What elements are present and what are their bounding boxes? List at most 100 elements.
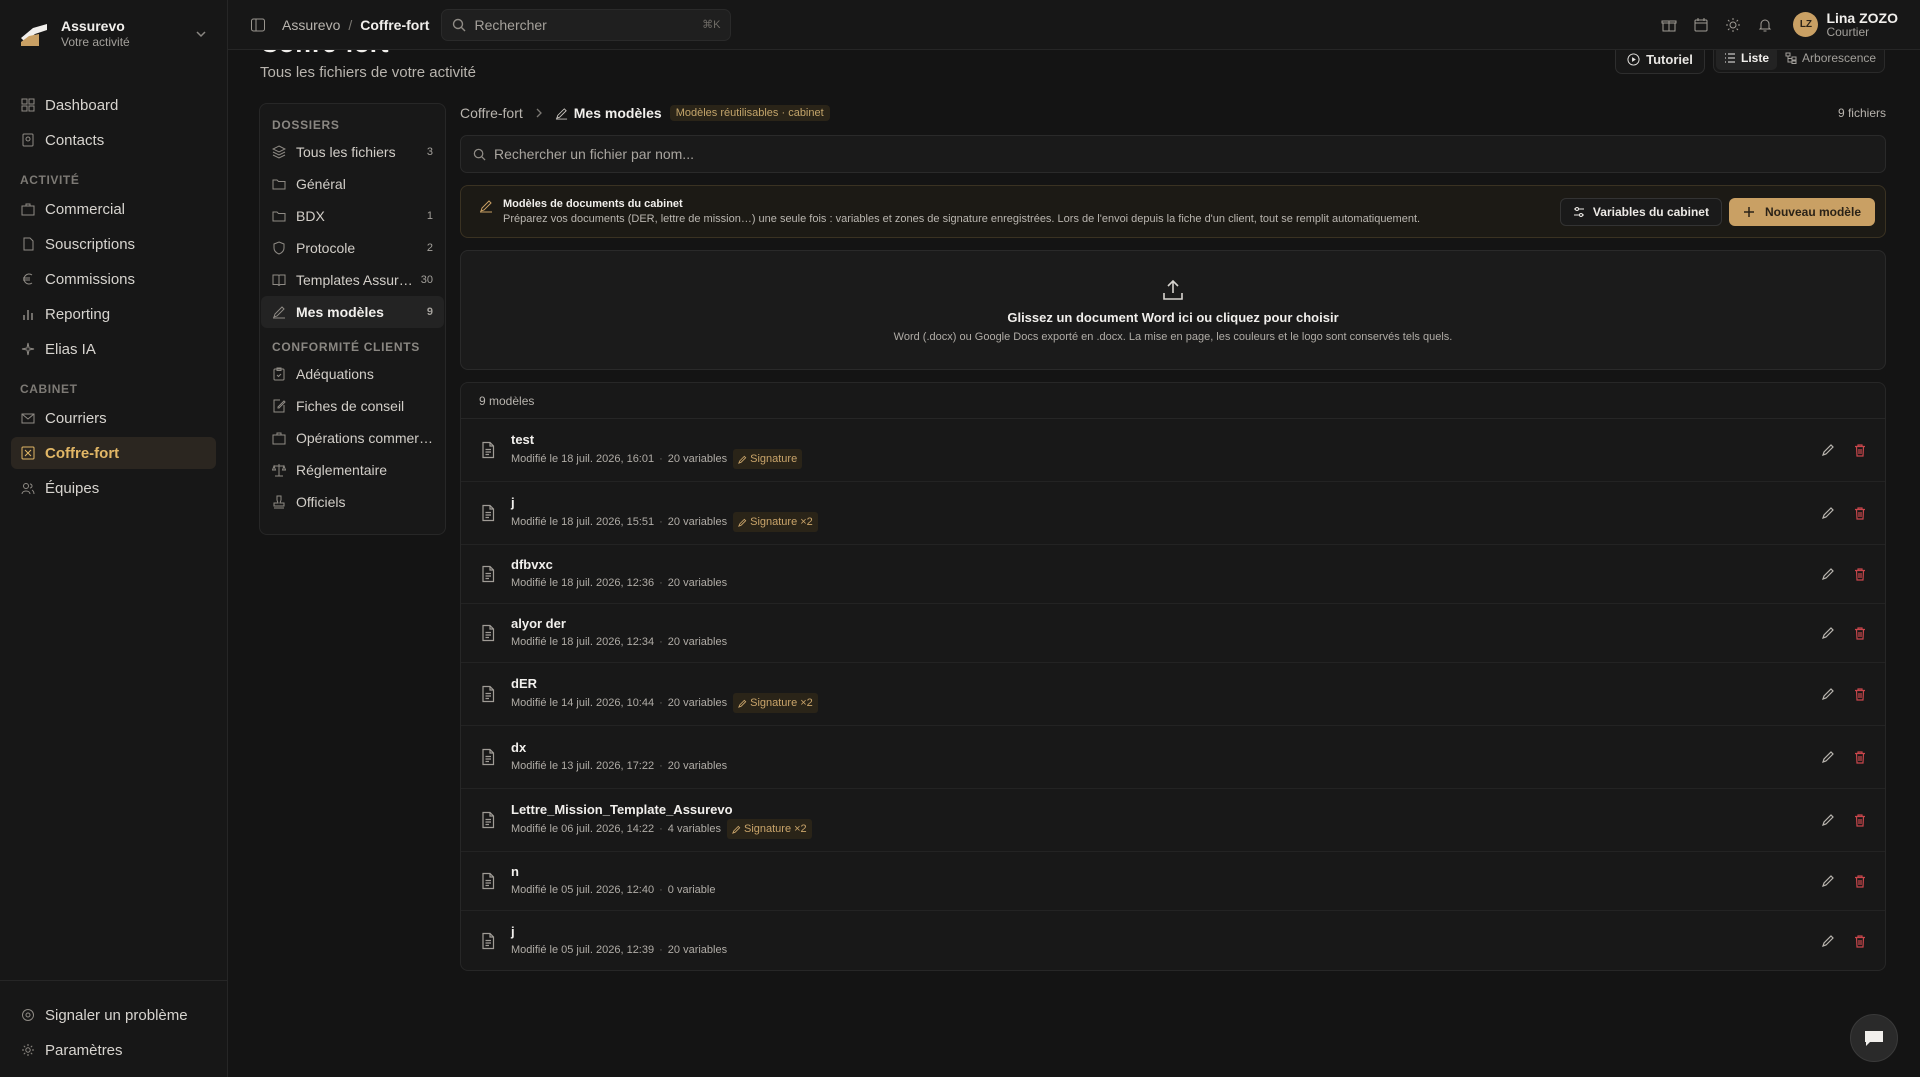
separator-dot: ·	[659, 823, 663, 835]
nav-item-elias-ia[interactable]: Elias IA	[11, 333, 216, 365]
file-search-input[interactable]: Rechercher un fichier par nom...	[460, 135, 1886, 173]
trash-icon[interactable]	[1853, 626, 1867, 640]
settings-link[interactable]: Paramètres	[11, 1034, 216, 1066]
template-name[interactable]: Lettre_Mission_Template_Assurevo	[511, 801, 1803, 819]
template-modified: Modifié le 18 juil. 2026, 12:34	[511, 636, 655, 648]
nav-item-coffre-fort[interactable]: Coffre-fort	[11, 437, 216, 469]
upload-dropzone[interactable]: Glissez un document Word ici ou cliquez …	[460, 250, 1886, 370]
template-name[interactable]: dER	[511, 675, 1803, 693]
trash-icon[interactable]	[1853, 813, 1867, 827]
table-row[interactable]: n Modifié le 05 juil. 2026, 12:40 · 0 varia…	[461, 852, 1885, 911]
edit-icon[interactable]	[1821, 813, 1835, 827]
folder-item-officiels[interactable]: Officiels	[261, 486, 444, 518]
edit-icon[interactable]	[1821, 506, 1835, 520]
table-row[interactable]: alyor der Modifié le 18 juil. 2026, 12:34…	[461, 604, 1885, 663]
nav-item-souscriptions[interactable]: Souscriptions	[11, 228, 216, 260]
trash-icon[interactable]	[1853, 567, 1867, 581]
template-name[interactable]: alyor der	[511, 615, 1803, 633]
template-name[interactable]: test	[511, 431, 1803, 449]
bar-chart-icon	[23, 310, 33, 320]
folder-item-adequations[interactable]: Adéquations	[261, 358, 444, 390]
folder-label: Général	[296, 176, 346, 192]
table-row[interactable]: dfbvxc Modifié le 18 juil. 2026, 12:36 · 20…	[461, 545, 1885, 604]
edit-icon[interactable]	[1821, 567, 1835, 581]
new-template-button[interactable]: Nouveau modèle	[1728, 197, 1875, 226]
document-icon	[482, 504, 495, 522]
scale-icon	[272, 464, 286, 477]
nav-item-dashboard[interactable]: Dashboard	[11, 89, 216, 121]
folder-item-all[interactable]: Tous les fichiers 3	[261, 136, 444, 168]
folder-item-reglementaire[interactable]: Réglementaire	[261, 454, 444, 486]
template-name[interactable]: j	[511, 494, 1803, 512]
edit-icon[interactable]	[1821, 443, 1835, 457]
user-menu[interactable]: LZ Lina ZOZO Courtier	[1793, 10, 1898, 39]
edit-icon[interactable]	[1821, 874, 1835, 888]
bug-icon	[22, 1009, 34, 1021]
edit-icon[interactable]	[1821, 750, 1835, 764]
nav-item-commercial[interactable]: Commercial	[11, 193, 216, 225]
trash-icon[interactable]	[1853, 934, 1867, 948]
folder-item-protocole[interactable]: Protocole 2	[261, 232, 444, 264]
nav-item-commissions[interactable]: Commissions	[11, 263, 216, 295]
bell-icon[interactable]	[1757, 17, 1773, 33]
tutorial-button[interactable]: Tutoriel	[1615, 50, 1705, 74]
search-placeholder: Rechercher	[474, 16, 547, 33]
chat-button[interactable]	[1850, 1014, 1898, 1062]
cabinet-variables-button[interactable]: Variables du cabinet	[1559, 197, 1722, 226]
edit-icon[interactable]	[1821, 687, 1835, 701]
table-row[interactable]: j Modifié le 18 juil. 2026, 15:51 · 20 vari…	[461, 482, 1885, 545]
signature-badge: Signature ×2	[726, 819, 812, 839]
template-name[interactable]: n	[511, 863, 1803, 881]
report-problem-link[interactable]: Signaler un problème	[11, 999, 216, 1031]
view-tree-button[interactable]: Arborescence	[1777, 50, 1884, 70]
template-info: dER Modifié le 14 juil. 2026, 10:44 · 20 va…	[511, 675, 1803, 713]
gift-icon[interactable]	[1661, 17, 1677, 33]
theme-toggle-icon[interactable]	[1725, 17, 1741, 33]
folder-item-templates-assureurs[interactable]: Templates Assureurs 30	[261, 264, 444, 296]
nav-item-courriers[interactable]: Courriers	[11, 402, 216, 434]
breadcrumb: Assurevo / Coffre-fort	[282, 17, 429, 33]
folder-item-operations-commerciales[interactable]: Opérations commerciales	[261, 422, 444, 454]
calendar-icon[interactable]	[1693, 17, 1709, 33]
trash-icon[interactable]	[1853, 506, 1867, 520]
folder-item-mes-modeles[interactable]: Mes modèles 9	[261, 296, 444, 328]
global-search-input[interactable]: Rechercher ⌘K	[441, 8, 732, 41]
template-info: dfbvxc Modifié le 18 juil. 2026, 12:36 · 20…	[511, 556, 1803, 592]
nav-label: Équipes	[45, 479, 100, 497]
table-row[interactable]: j Modifié le 05 juil. 2026, 12:39 · 20 vari…	[461, 911, 1885, 970]
sidebar-toggle-icon[interactable]	[250, 17, 266, 33]
trash-icon[interactable]	[1853, 750, 1867, 764]
table-row[interactable]: test Modifié le 18 juil. 2026, 16:01 · 20 v…	[461, 419, 1885, 482]
briefcase-icon	[21, 203, 35, 216]
template-name[interactable]: dx	[511, 739, 1803, 757]
trash-icon[interactable]	[1853, 874, 1867, 888]
trash-icon[interactable]	[1853, 687, 1867, 701]
table-row[interactable]: dx Modifié le 13 juil. 2026, 17:22 · 20 var…	[461, 726, 1885, 789]
view-list-button[interactable]: Liste	[1716, 50, 1778, 70]
breadcrumb-item[interactable]: Assurevo	[282, 17, 340, 33]
folder-item-bdx[interactable]: BDX 1	[261, 200, 444, 232]
signature-label: Signature ×2	[750, 697, 813, 709]
table-row[interactable]: Lettre_Mission_Template_Assurevo Modifié …	[461, 789, 1885, 852]
sparkle-icon	[21, 342, 35, 356]
brand-switcher[interactable]: Assurevo Votre activité	[0, 0, 227, 68]
document-icon	[482, 441, 495, 459]
nav-item-contacts[interactable]: Contacts	[11, 124, 216, 156]
edit-icon[interactable]	[1821, 626, 1835, 640]
folder-item-fiches-conseil[interactable]: Fiches de conseil	[261, 390, 444, 422]
folder-breadcrumb-root[interactable]: Coffre-fort	[460, 105, 523, 121]
file-icon	[23, 237, 34, 251]
trash-icon[interactable]	[1853, 443, 1867, 457]
stamp-icon	[273, 495, 285, 509]
mail-icon	[21, 413, 35, 424]
folder-item-general[interactable]: Général	[261, 168, 444, 200]
template-variables: 0 variable	[667, 884, 716, 896]
nav-item-equipes[interactable]: Équipes	[11, 472, 216, 504]
nav-item-reporting[interactable]: Reporting	[11, 298, 216, 330]
template-name[interactable]: j	[511, 923, 1803, 941]
template-variables: 20 variables	[667, 453, 728, 465]
pen-icon	[555, 107, 567, 120]
edit-icon[interactable]	[1821, 934, 1835, 948]
template-name[interactable]: dfbvxc	[511, 556, 1803, 574]
table-row[interactable]: dER Modifié le 14 juil. 2026, 10:44 · 20 va…	[461, 663, 1885, 726]
